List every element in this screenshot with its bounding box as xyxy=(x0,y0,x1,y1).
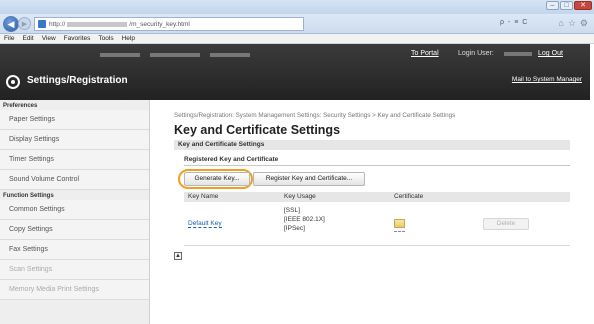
home-icon[interactable]: ⌂ xyxy=(558,18,563,29)
search-refresh-controls[interactable]: ρ - ≡ C xyxy=(500,19,528,26)
page-icon xyxy=(38,20,46,28)
usage-ssl: [SSL] xyxy=(284,207,300,214)
sidebar: Preferences Paper Settings Display Setti… xyxy=(0,100,150,324)
main-content: Settings/Registration: System Management… xyxy=(150,100,590,324)
redacted-device-info xyxy=(150,53,200,57)
arrow-right-icon: ▶ xyxy=(21,20,28,28)
sidebar-item-common-settings[interactable]: Common Settings xyxy=(0,200,149,220)
window-controls: – □ ✕ xyxy=(546,1,592,10)
minimize-button[interactable]: – xyxy=(546,1,559,10)
register-key-and-certificate-button[interactable]: Register Key and Certificate... xyxy=(253,172,365,186)
page-title: Key and Certificate Settings xyxy=(174,123,341,137)
default-key-link[interactable]: Default Key xyxy=(188,220,222,228)
sidebar-item-copy-settings[interactable]: Copy Settings xyxy=(0,220,149,240)
menu-bar: File Edit View Favorites Tools Help xyxy=(0,34,594,44)
url-suffix: /m_security_key.html xyxy=(129,20,190,28)
column-certificate: Certificate xyxy=(394,193,424,200)
sidebar-section-preferences: Preferences xyxy=(3,103,38,109)
sidebar-item-paper-settings[interactable]: Paper Settings xyxy=(0,110,149,130)
column-key-name: Key Name xyxy=(188,193,219,200)
menu-tools[interactable]: Tools xyxy=(98,34,113,43)
app-header: To Portal Login User: Log Out Settings/R… xyxy=(0,44,590,100)
sidebar-item-fax-settings[interactable]: Fax Settings xyxy=(0,240,149,260)
redacted-device-series xyxy=(210,53,250,57)
arrow-left-icon: ◀ xyxy=(7,18,15,29)
sidebar-item-display-settings[interactable]: Display Settings xyxy=(0,130,149,150)
menu-help[interactable]: Help xyxy=(122,34,135,43)
column-key-usage: Key Usage xyxy=(284,193,316,200)
url-redacted xyxy=(67,21,128,27)
sidebar-item-timer-settings[interactable]: Timer Settings xyxy=(0,150,149,170)
back-to-top-icon[interactable]: ▲ xyxy=(174,252,182,260)
menu-view[interactable]: View xyxy=(42,34,56,43)
menu-file[interactable]: File xyxy=(4,34,14,43)
menu-favorites[interactable]: Favorites xyxy=(64,34,91,43)
star-icon[interactable]: ☆ xyxy=(568,18,576,29)
close-button[interactable]: ✕ xyxy=(574,1,592,10)
gear-icon[interactable]: ⚙ xyxy=(580,18,588,29)
app-title: Settings/Registration xyxy=(27,75,128,86)
sidebar-item-memory-media-print-settings[interactable]: Memory Media Print Settings xyxy=(0,280,149,300)
section-header: Key and Certificate Settings xyxy=(174,140,570,150)
usage-ipsec: [IPSec] xyxy=(284,225,305,232)
header-title-row: Settings/Registration Mail to System Man… xyxy=(0,72,590,98)
divider xyxy=(184,165,570,166)
forward-button[interactable]: ▶ xyxy=(18,17,31,30)
redacted-device-name xyxy=(100,53,140,57)
maximize-button[interactable]: □ xyxy=(560,1,573,10)
address-bar[interactable]: http:// /m_security_key.html xyxy=(34,17,304,31)
redacted-user-name xyxy=(504,52,532,56)
url-prefix: http:// xyxy=(49,20,66,28)
settings-gear-icon xyxy=(6,75,20,89)
table-header: Key Name Key Usage Certificate xyxy=(184,192,570,202)
sidebar-section-function-settings: Function Settings xyxy=(3,193,54,199)
table-row: Default Key [SSL] [IEEE 802.1X] [IPSec] … xyxy=(184,202,570,246)
usage-ieee8021x: [IEEE 802.1X] xyxy=(284,216,325,223)
login-user-label: Login User: xyxy=(458,50,494,57)
certificate-link-underline xyxy=(394,231,405,232)
back-button[interactable]: ◀ xyxy=(3,16,19,32)
delete-button: Delete xyxy=(483,218,529,230)
sidebar-item-scan-settings[interactable]: Scan Settings xyxy=(0,260,149,280)
sidebar-item-sound-volume-control[interactable]: Sound Volume Control xyxy=(0,170,149,190)
certificate-icon[interactable] xyxy=(394,219,405,228)
browser-navbar: ◀ ▶ http:// /m_security_key.html ρ - ≡ C… xyxy=(0,14,594,34)
window-titlebar: – □ ✕ xyxy=(0,0,594,14)
logout-link[interactable]: Log Out xyxy=(538,50,563,57)
header-top-row: To Portal Login User: Log Out xyxy=(0,44,590,72)
breadcrumb: Settings/Registration: System Management… xyxy=(174,112,456,119)
mail-to-system-manager-link[interactable]: Mail to System Manager xyxy=(512,76,582,83)
to-portal-link[interactable]: To Portal xyxy=(411,50,439,57)
subsection-title: Registered Key and Certificate xyxy=(184,156,279,163)
key-usage-list: [SSL] [IEEE 802.1X] [IPSec] xyxy=(284,206,325,233)
generate-key-button[interactable]: Generate Key... xyxy=(184,172,250,186)
menu-edit[interactable]: Edit xyxy=(22,34,33,43)
toolbar-icons: ⌂ ☆ ⚙ xyxy=(558,18,588,29)
